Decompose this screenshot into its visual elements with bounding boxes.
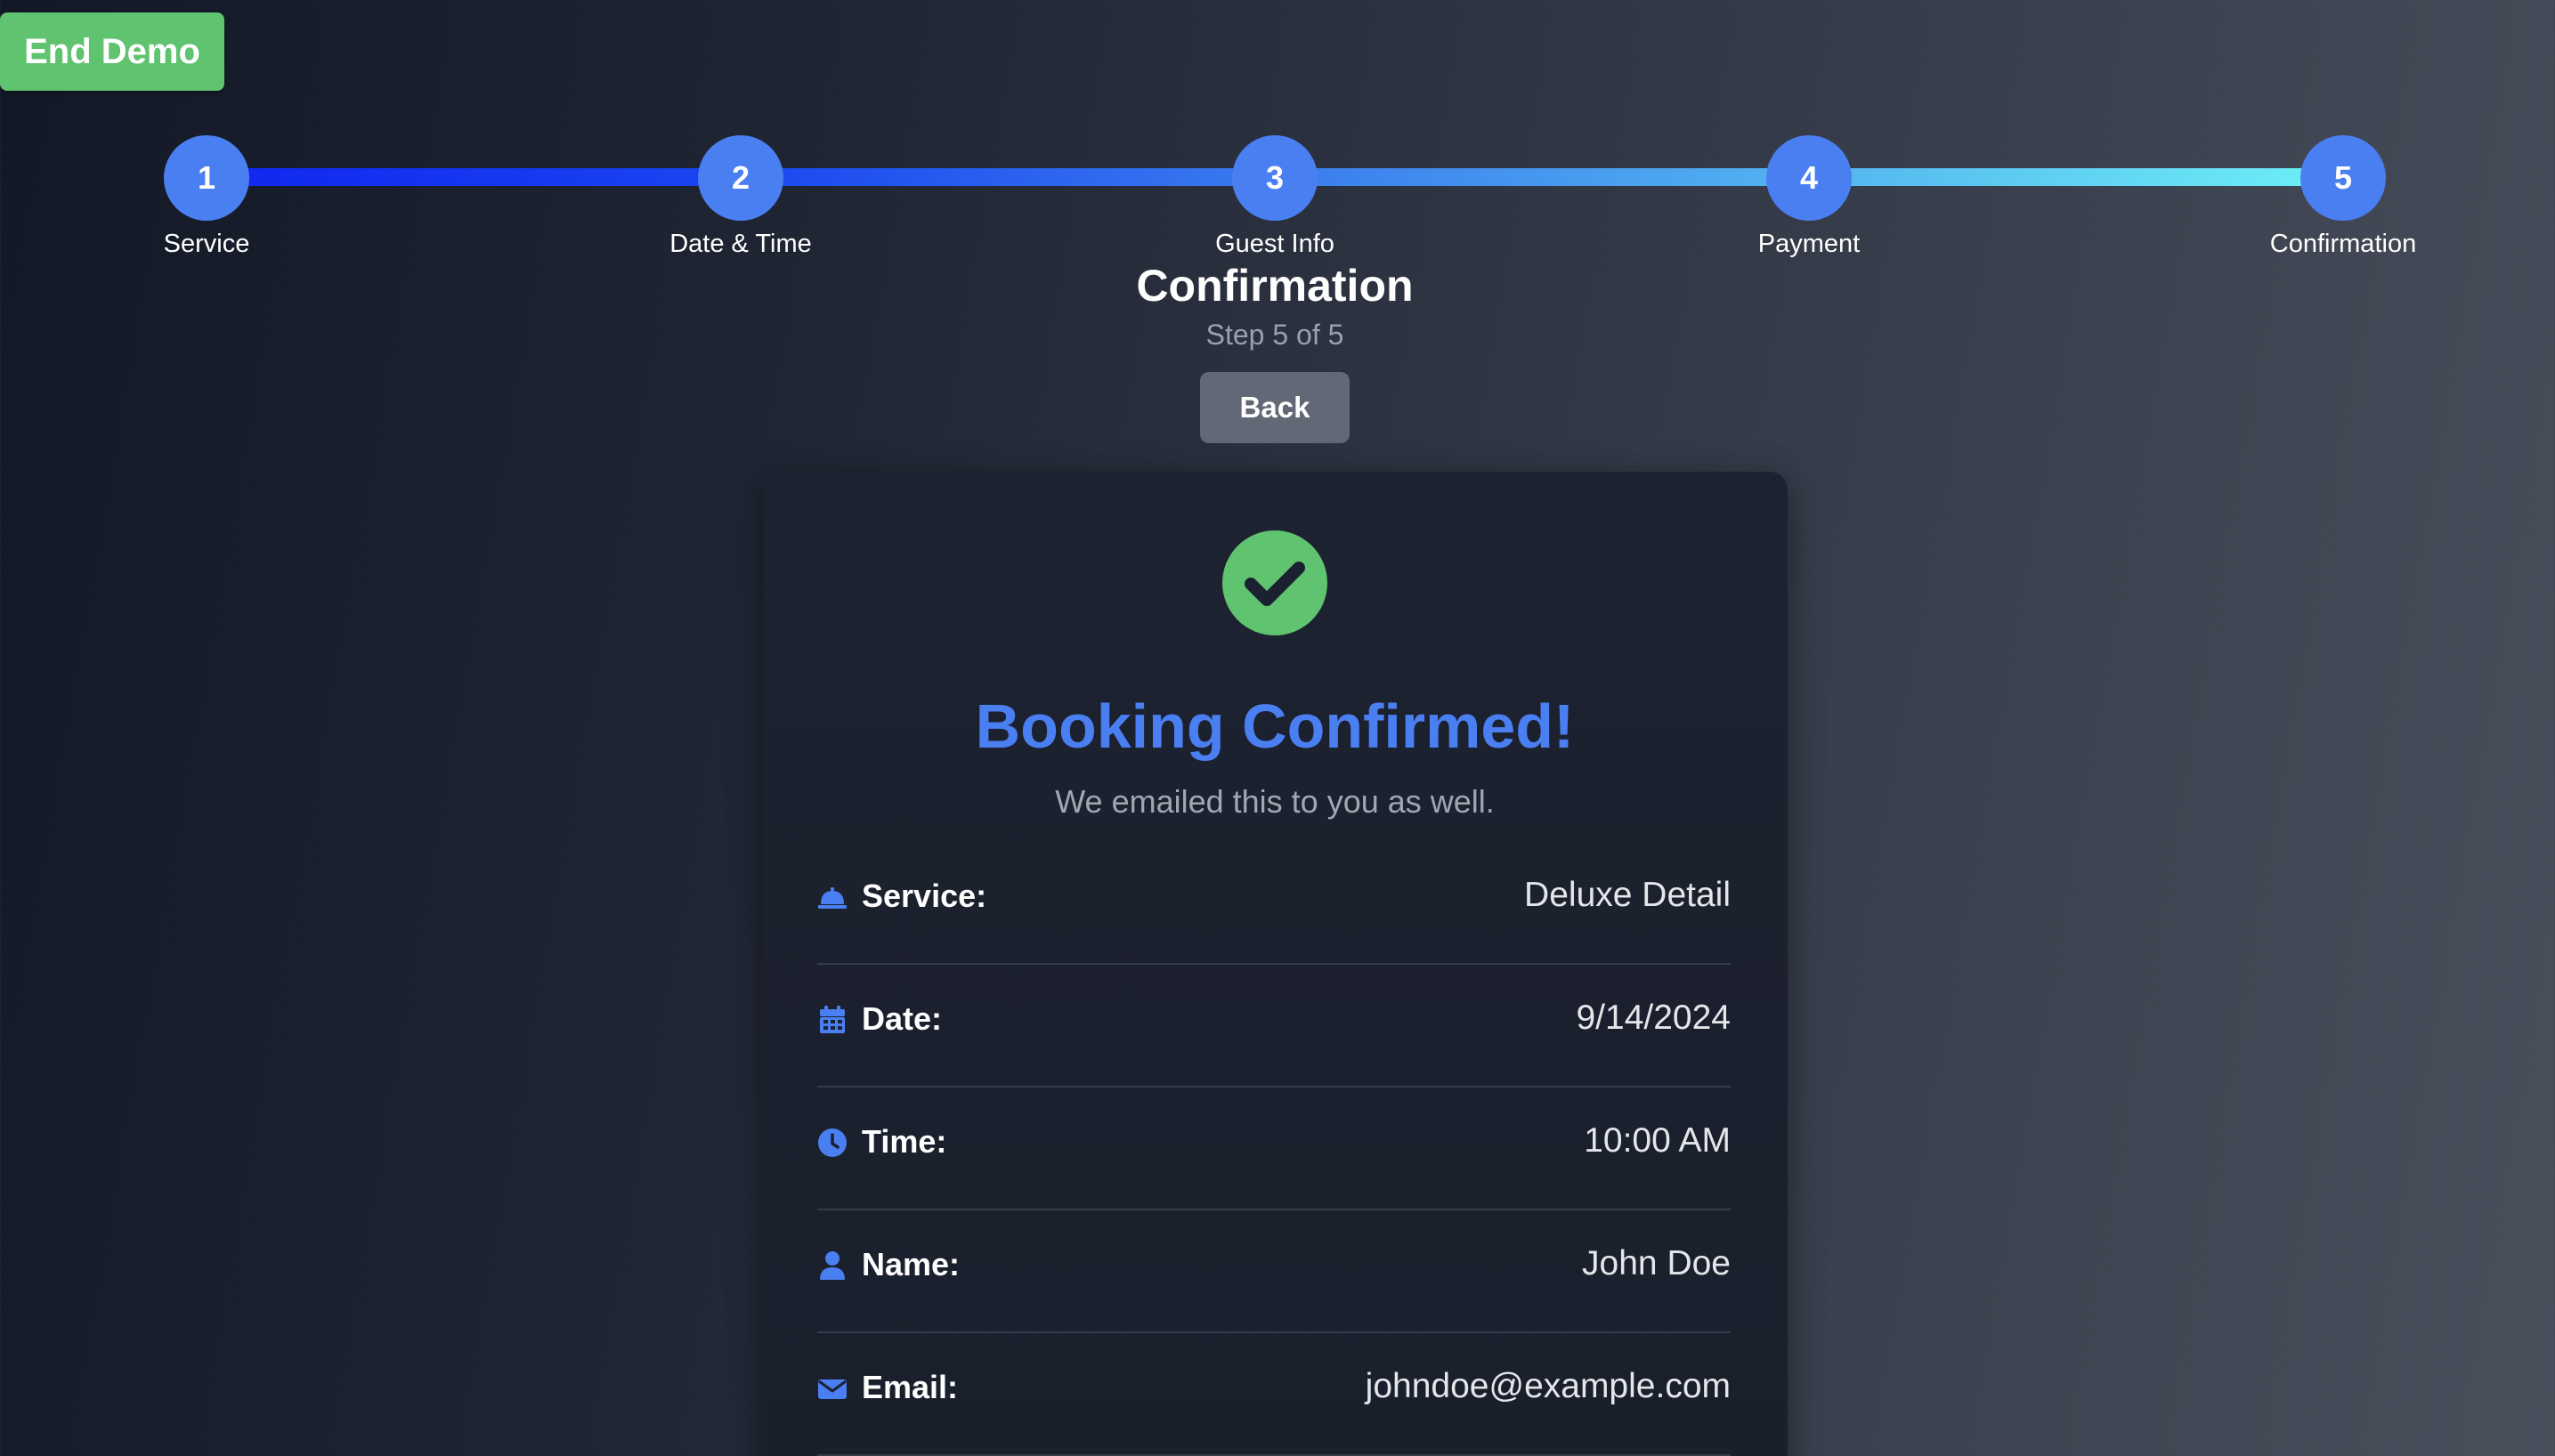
progress-stepper: 1 Service 2 Date & Time 3 Guest Info 4 P… [0, 0, 2555, 267]
detail-row-service: Service: Deluxe Detail [817, 842, 1731, 965]
detail-label: Service: [862, 878, 987, 914]
detail-value: johndoe@example.com [1365, 1367, 1731, 1405]
step-1-label: Service [163, 230, 250, 258]
clock-icon [818, 1128, 847, 1157]
step-2-label: Date & Time [669, 230, 812, 258]
detail-value: 10:00 AM [1584, 1121, 1731, 1160]
detail-row-name: Name: John Doe [817, 1210, 1731, 1333]
step-4-circle[interactable]: 4 [1766, 135, 1852, 221]
back-button[interactable]: Back [1200, 372, 1350, 443]
calendar-icon [820, 1006, 845, 1033]
step-4-label: Payment [1757, 230, 1861, 258]
booking-confirmed-title: Booking Confirmed! [975, 692, 1575, 761]
step-5-label: Confirmation [2269, 230, 2417, 258]
step-5-circle[interactable]: 5 [2300, 135, 2386, 221]
step-2-circle[interactable]: 2 [698, 135, 783, 221]
detail-label: Name: [862, 1246, 961, 1282]
detail-label: Time: [862, 1123, 947, 1160]
detail-row-email: Email: johndoe@example.com [817, 1333, 1731, 1456]
detail-value: Deluxe Detail [1524, 876, 1731, 914]
detail-value: John Doe [1582, 1244, 1731, 1282]
check-circle-icon [1222, 530, 1327, 635]
detail-value: 9/14/2024 [1576, 999, 1731, 1037]
detail-row-time: Time: 10:00 AM [817, 1088, 1731, 1210]
step-3-label: Guest Info [1215, 230, 1334, 258]
confirmation-subtitle: We emailed this to you as well. [1055, 783, 1495, 820]
detail-label: Email: [862, 1369, 959, 1405]
step-counter: Step 5 of 5 [1205, 319, 1344, 351]
user-icon [820, 1251, 845, 1280]
step-3-circle[interactable]: 3 [1232, 135, 1318, 221]
step-1-circle[interactable]: 1 [164, 135, 249, 221]
bell-icon [818, 887, 847, 909]
detail-row-date: Date: 9/14/2024 [817, 965, 1731, 1088]
envelope-icon [818, 1379, 847, 1399]
page-title: Confirmation [1136, 261, 1414, 311]
detail-label: Date: [862, 1000, 943, 1037]
